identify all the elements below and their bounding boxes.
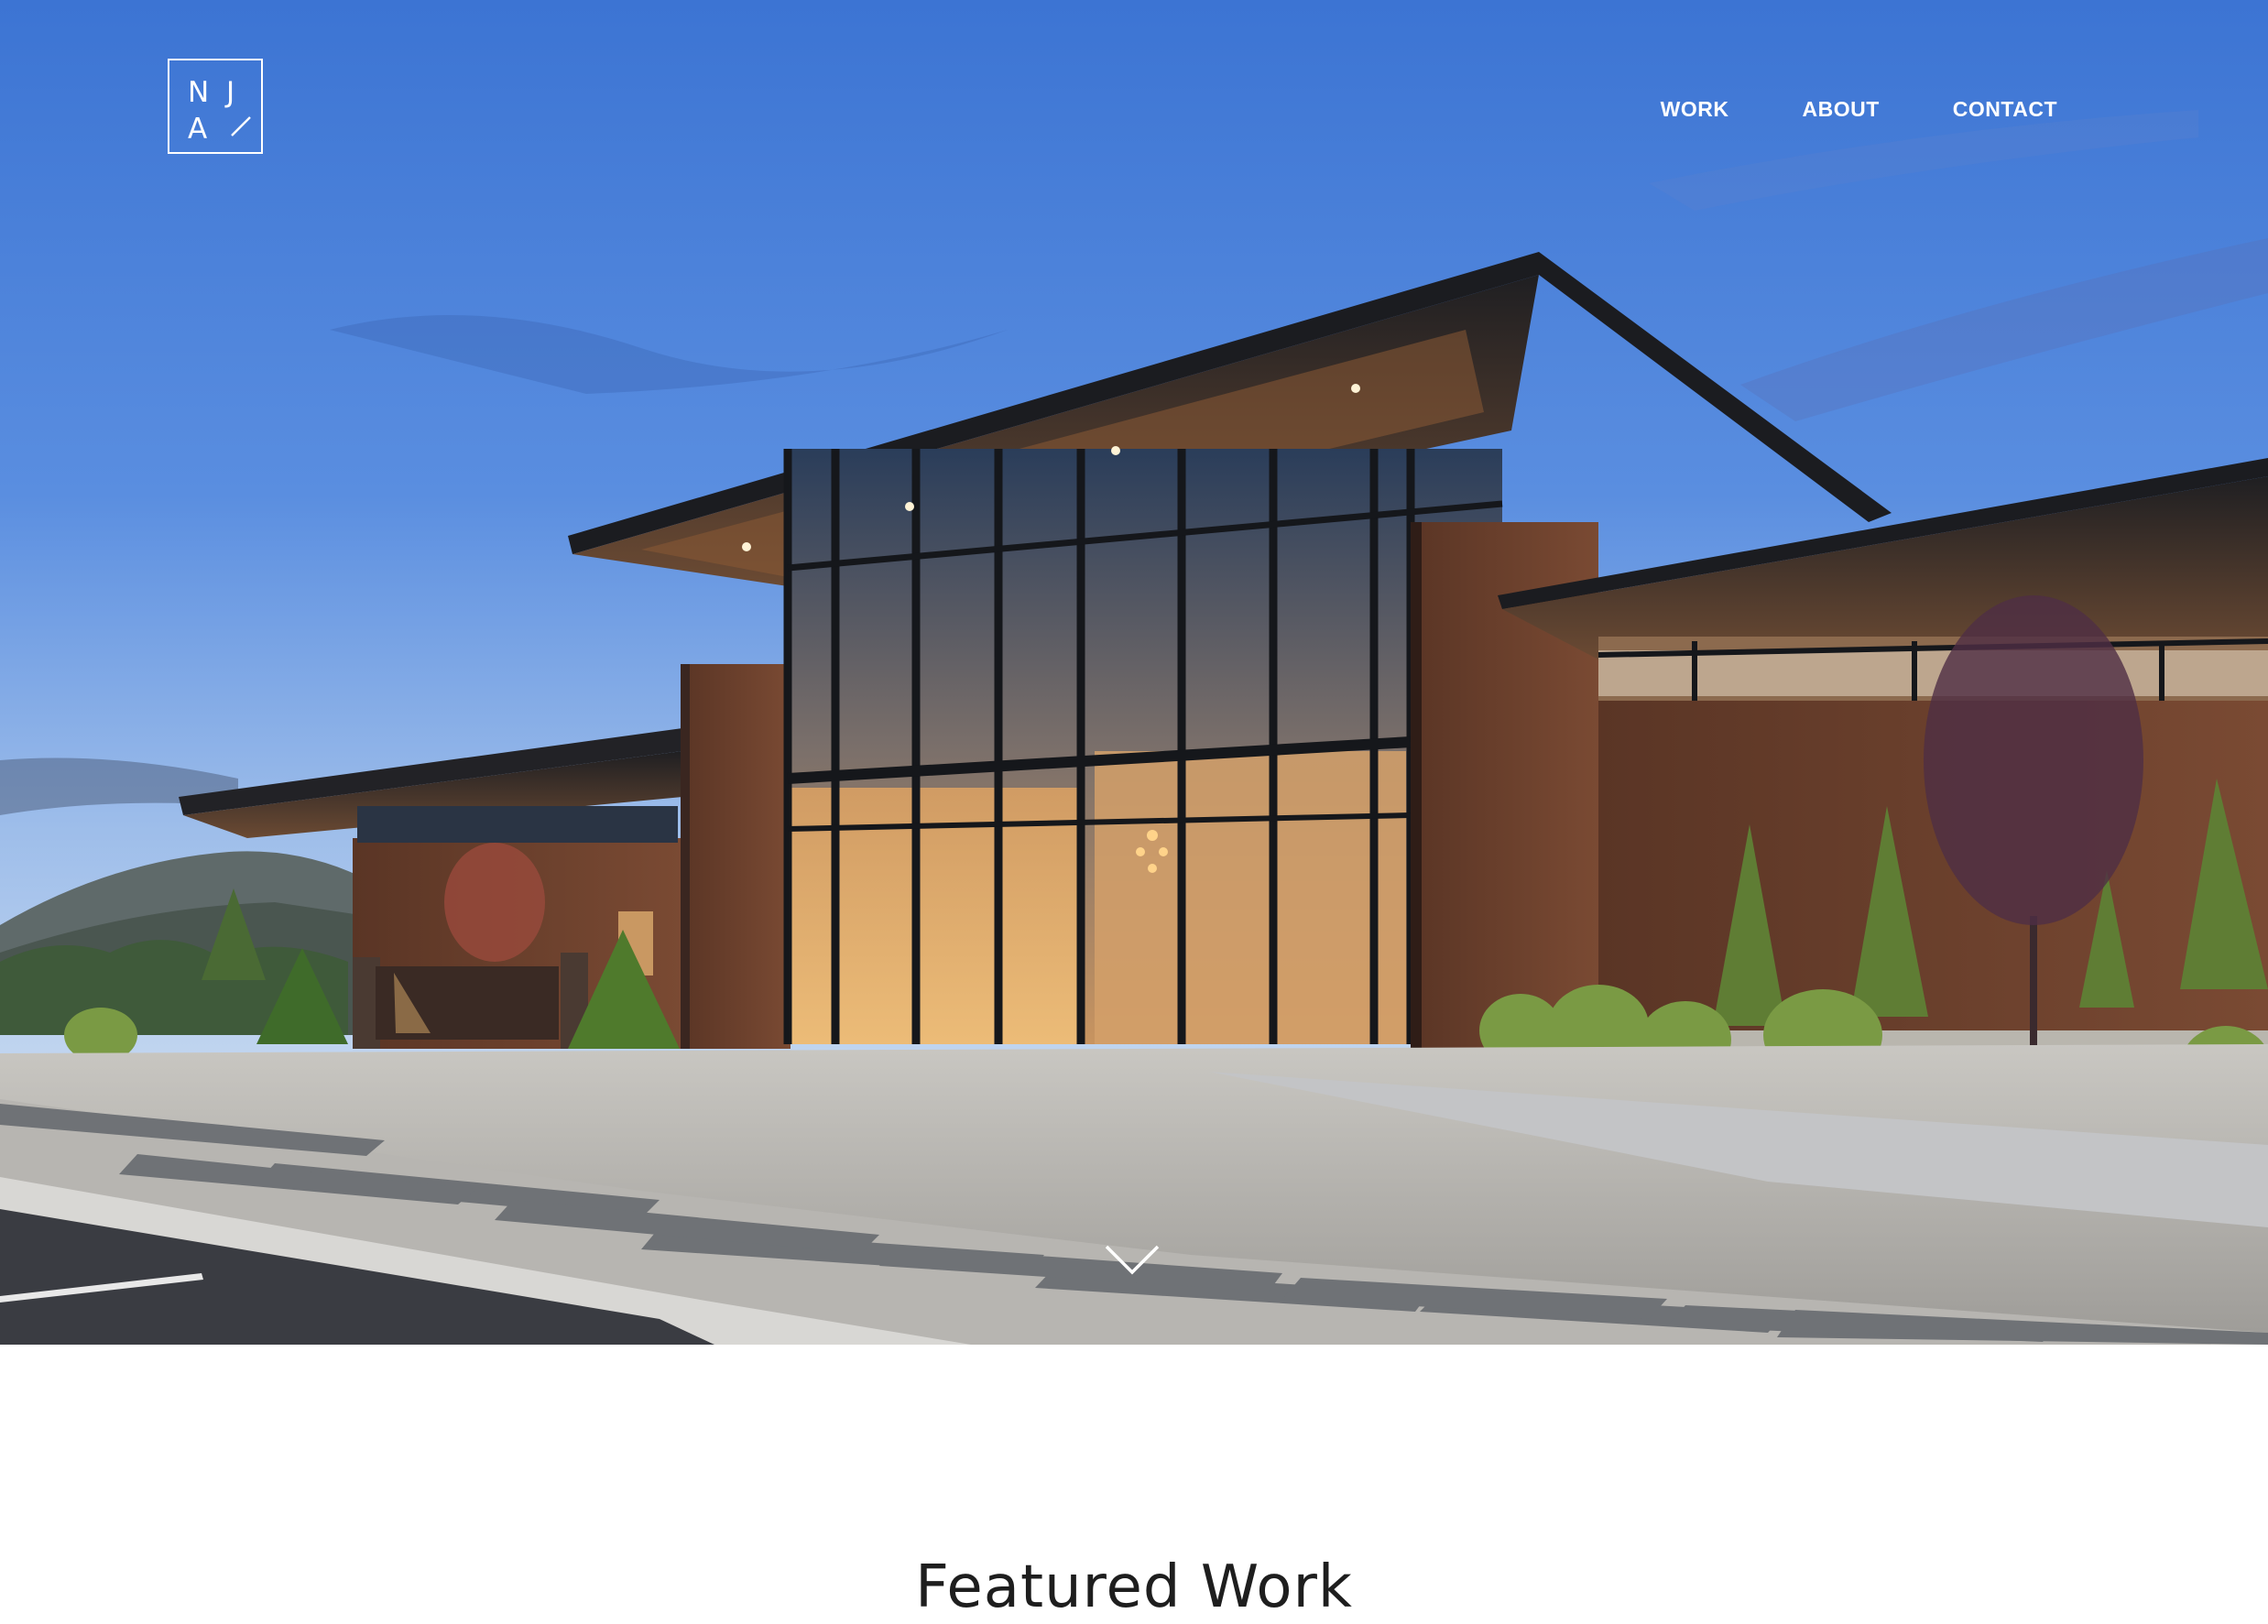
chevron-down-icon[interactable] bbox=[1103, 1241, 1161, 1278]
logo-slash-mark bbox=[231, 116, 251, 136]
nav-link-work[interactable]: WORK bbox=[1661, 95, 1729, 123]
brand-logo[interactable]: N J A bbox=[168, 59, 263, 154]
hero-section: N J A WORK ABOUT CONTACT bbox=[0, 0, 2268, 1345]
nav-link-about[interactable]: ABOUT bbox=[1802, 95, 1879, 123]
logo-letter-a: A bbox=[188, 113, 208, 146]
featured-work-heading: Featured Work bbox=[915, 1553, 1353, 1622]
logo-letter-n: N bbox=[188, 76, 210, 109]
nav-link-contact[interactable]: CONTACT bbox=[1953, 95, 2057, 123]
main-nav: WORK ABOUT CONTACT bbox=[1661, 95, 2057, 123]
logo-letter-j: J bbox=[226, 76, 235, 109]
hero-building-photo bbox=[0, 0, 2268, 1345]
